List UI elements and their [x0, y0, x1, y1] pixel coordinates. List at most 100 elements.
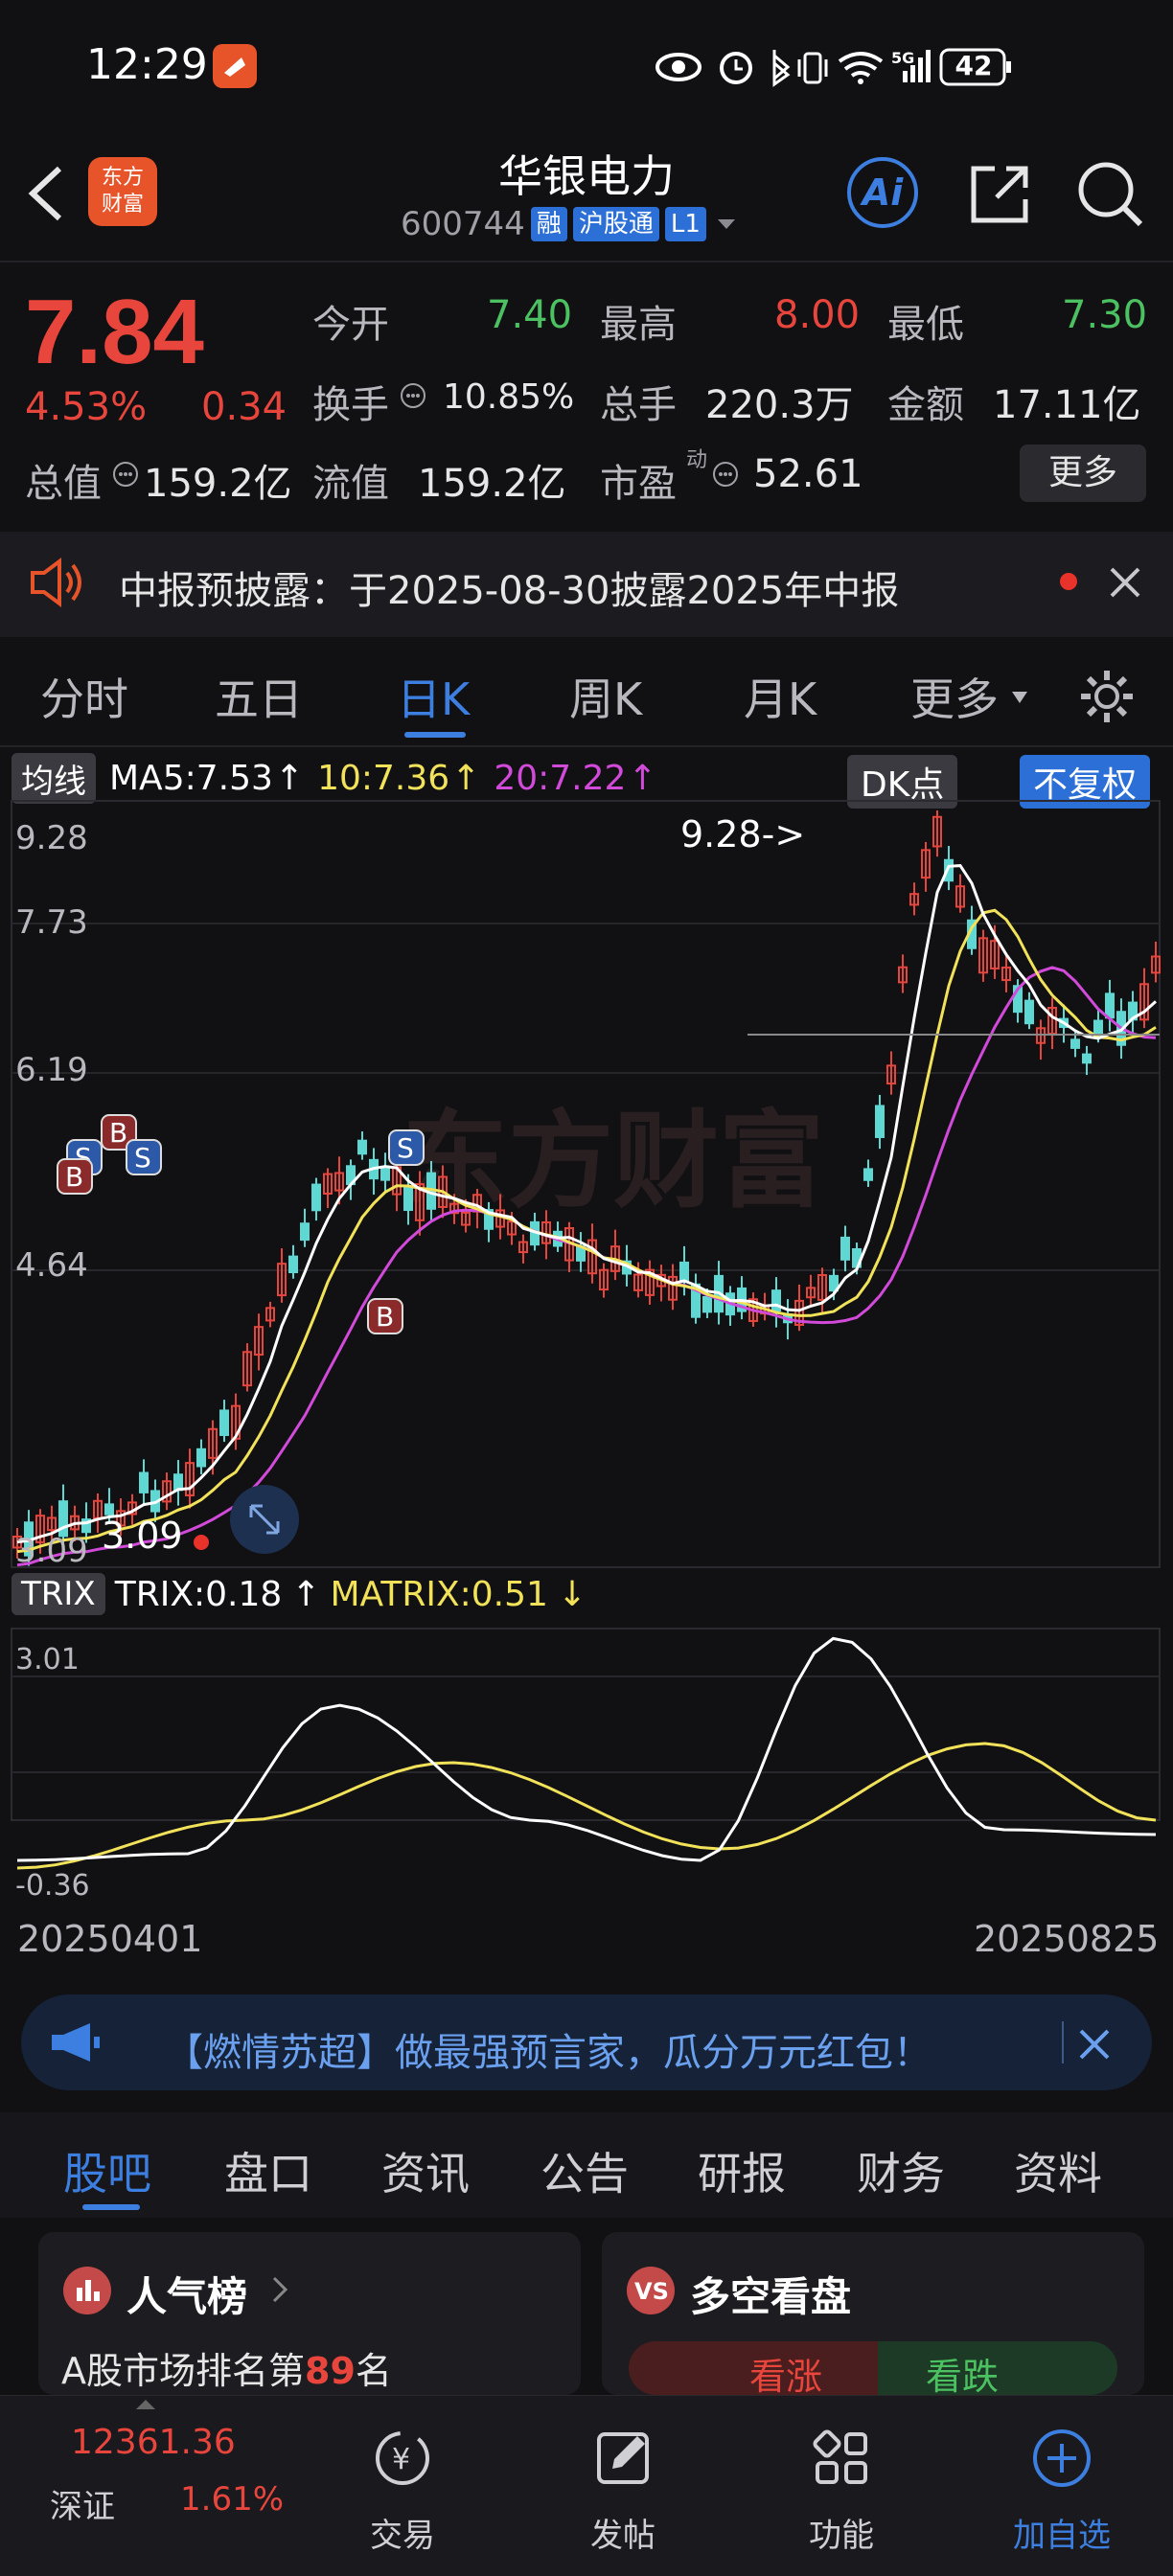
bear-label: 看跌 — [926, 2356, 1000, 2398]
candle-body — [196, 1448, 206, 1468]
turnover-label: 换手 — [312, 383, 389, 427]
tab-weekly-k[interactable]: 周K — [569, 665, 642, 728]
share-icon[interactable] — [966, 159, 1035, 228]
grid-icon — [813, 2429, 867, 2484]
marker-dot — [194, 1535, 209, 1550]
tag-level: L1 — [664, 207, 706, 241]
tag-connect: 沪股通 — [572, 207, 659, 241]
chevron-down-icon — [717, 219, 735, 229]
info-icon[interactable] — [711, 460, 740, 489]
tab-five-day[interactable]: 五日 — [215, 665, 303, 728]
speaker-icon — [31, 558, 81, 607]
candle-body — [1070, 1038, 1080, 1049]
tab-daily-k[interactable]: 日K — [397, 665, 470, 728]
tab-news[interactable]: 资讯 — [381, 2139, 470, 2202]
alarm-icon — [720, 52, 752, 84]
trade-icon: ¥ — [376, 2431, 429, 2485]
nav-add-watchlist-label: 加自选 — [1013, 2517, 1111, 2555]
pe-value: 52.61 — [753, 452, 863, 496]
pe-label: 市盈 — [600, 462, 677, 506]
stock-code-row[interactable]: 600744 融 沪股通 L1 — [401, 205, 741, 243]
svg-text:5G: 5G — [891, 49, 914, 67]
turnover-value: 10.85% — [443, 377, 575, 417]
buy-marker[interactable]: B — [367, 1298, 403, 1334]
trix-legend-row: TRIX TRIX:0.18 ↑ MATRIX:0.51 ↓ — [12, 1573, 586, 1615]
tab-order-book[interactable]: 盘口 — [224, 2139, 312, 2202]
candle-body — [403, 1187, 413, 1212]
rank-number: 89 — [305, 2350, 356, 2392]
candle-body — [702, 1295, 712, 1313]
candle-body — [679, 1261, 689, 1283]
price-axis-label: 7.73 — [15, 903, 88, 942]
notice-text: 中报预披露：于2025-08-30披露2025年中报 — [119, 569, 900, 613]
close-icon[interactable] — [1073, 2023, 1116, 2065]
pe-superscript: 动 — [686, 448, 708, 472]
svg-text:S: S — [134, 1142, 151, 1174]
price-axis-label: 4.64 — [15, 1246, 88, 1285]
candle-body — [58, 1500, 68, 1538]
ranking-icon — [63, 2267, 111, 2314]
popularity-rank: A股市场排名第89名 — [61, 2341, 392, 2394]
divider — [0, 261, 1173, 262]
nav-functions[interactable]: 功能 — [774, 2425, 908, 2556]
low-value: 7.30 — [1062, 293, 1148, 337]
volume-label: 总手 — [600, 383, 677, 427]
candle-body — [139, 1471, 149, 1493]
sell-marker[interactable]: S — [388, 1129, 425, 1166]
info-icon[interactable] — [399, 381, 427, 410]
candle-body — [104, 1503, 114, 1516]
wifi-icon — [838, 52, 884, 84]
close-icon[interactable] — [1104, 561, 1146, 604]
signal-icon: 5G — [891, 49, 931, 82]
tab-research[interactable]: 研报 — [698, 2139, 786, 2202]
candle-body — [863, 1168, 873, 1181]
info-icon[interactable] — [111, 460, 140, 489]
tab-monthly-k[interactable]: 月K — [744, 665, 816, 728]
tab-profile[interactable]: 资料 — [1014, 2139, 1102, 2202]
indicator-selector[interactable]: TRIX — [12, 1573, 105, 1615]
svg-text:B: B — [65, 1161, 83, 1193]
open-value: 7.40 — [487, 293, 573, 337]
tab-intraday[interactable]: 分时 — [40, 665, 128, 728]
tag-margin: 融 — [530, 207, 567, 241]
ai-button[interactable]: Ai — [847, 157, 918, 228]
app-notification-icon — [213, 44, 257, 88]
last-price: 7.84 — [25, 281, 204, 383]
nav-add-watchlist[interactable]: 加自选 — [995, 2425, 1129, 2556]
date-end: 20250825 — [974, 1918, 1160, 1960]
high-annotation: 9.28-> — [680, 813, 805, 855]
tab-more[interactable]: 更多 — [910, 665, 999, 728]
tab-financials[interactable]: 财务 — [857, 2139, 945, 2202]
eye-icon — [656, 53, 702, 81]
price-axis-label: 6.19 — [15, 1051, 88, 1089]
buy-marker[interactable]: B — [57, 1158, 93, 1195]
amount-value: 17.11亿 — [993, 383, 1141, 427]
search-icon[interactable] — [1073, 157, 1146, 230]
vibrate-icon — [797, 52, 828, 84]
svg-text:B: B — [109, 1117, 127, 1149]
bull-bear-title: 多空看盘 — [690, 2273, 852, 2320]
active-tab-indicator — [82, 2204, 140, 2210]
tab-announcements[interactable]: 公告 — [540, 2139, 629, 2202]
bull-label: 看涨 — [749, 2356, 823, 2398]
high-value: 8.00 — [774, 293, 861, 337]
change-amt: 0.34 — [201, 385, 288, 429]
low-label: 最低 — [887, 303, 964, 347]
float-label: 流值 — [312, 462, 389, 506]
status-time: 12:29 — [86, 40, 208, 89]
nav-post[interactable]: 发帖 — [556, 2425, 690, 2556]
candle-body — [219, 1409, 229, 1436]
unread-dot — [1060, 573, 1077, 590]
candle-body — [875, 1105, 885, 1138]
candle-body — [380, 1168, 390, 1181]
candle-body — [311, 1183, 321, 1212]
gear-icon[interactable] — [1077, 667, 1137, 726]
mktcap-value: 159.2亿 — [144, 462, 292, 506]
tab-guba[interactable]: 股吧 — [63, 2139, 151, 2202]
index-pct: 1.61% — [180, 2480, 285, 2519]
kline-chart[interactable]: 东方财富 9.28 7.73 6.19 4.64 3.09 9.28-> 3.0… — [0, 747, 1173, 1954]
nav-trade[interactable]: ¥ 交易 — [335, 2425, 470, 2556]
sell-marker[interactable]: S — [126, 1139, 162, 1175]
more-button[interactable]: 更多 — [1020, 445, 1146, 502]
bluetooth-icon — [772, 50, 791, 87]
